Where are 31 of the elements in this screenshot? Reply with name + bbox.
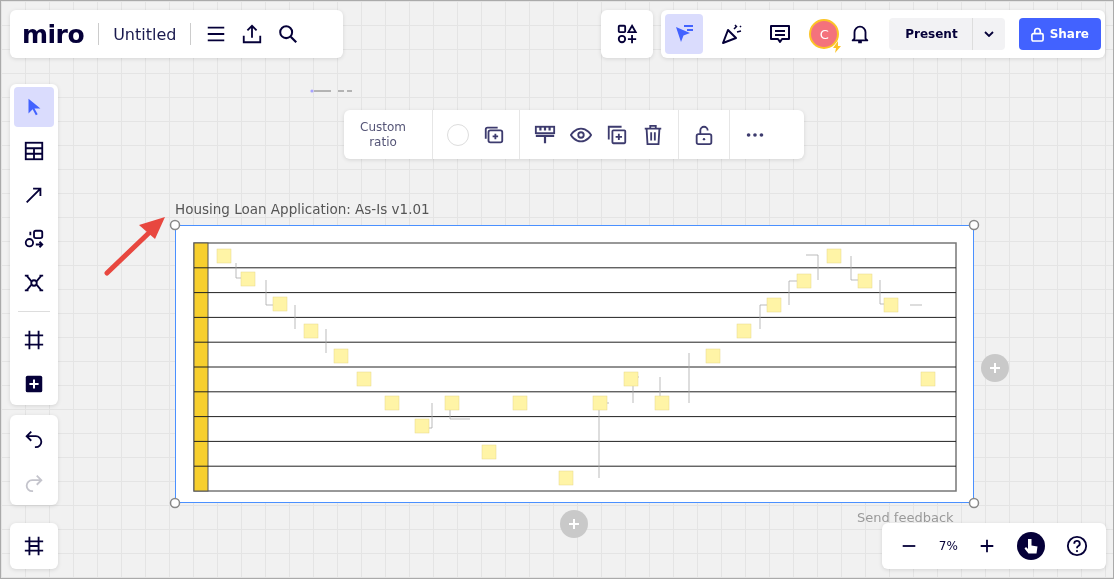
frame-title[interactable]: Housing Loan Application: As-Is v1.01 <box>175 201 430 217</box>
mind-map-icon[interactable] <box>23 272 45 294</box>
select-tool[interactable] <box>665 14 704 54</box>
connector-line <box>310 89 352 93</box>
table-icon[interactable] <box>23 140 45 162</box>
shapes-icon[interactable] <box>23 228 45 250</box>
lightning-icon <box>832 41 843 53</box>
miro-logo[interactable]: miro <box>22 21 85 47</box>
help-icon[interactable] <box>1065 535 1088 557</box>
search-icon[interactable] <box>277 23 300 45</box>
unlock-icon[interactable] <box>693 123 715 146</box>
comment-icon[interactable] <box>768 22 793 46</box>
aspect-ratio-button[interactable]: Custom ratio <box>348 119 418 150</box>
selected-frame-drawing[interactable] <box>169 219 980 509</box>
chevron-down-icon[interactable] <box>983 31 994 37</box>
trash-icon[interactable] <box>642 123 664 146</box>
frames-icon[interactable] <box>23 535 45 557</box>
hand-tool-icon[interactable] <box>1017 532 1046 560</box>
pointer-arrow <box>103 215 167 277</box>
frame-icon[interactable] <box>23 329 45 351</box>
lock-icon[interactable] <box>1030 26 1044 42</box>
upload-icon[interactable] <box>241 23 264 45</box>
share-button[interactable]: Share <box>1018 18 1101 50</box>
plus-square-icon[interactable] <box>23 373 45 395</box>
paint-roller-icon[interactable] <box>534 123 556 146</box>
duplicate-icon[interactable] <box>606 123 628 146</box>
shapes-plus-icon[interactable] <box>616 23 638 45</box>
party-popper-icon[interactable] <box>720 22 745 46</box>
zoom-level[interactable]: 7% <box>938 539 958 553</box>
select-tool[interactable] <box>14 87 54 127</box>
board-title[interactable]: Untitled <box>113 24 177 44</box>
